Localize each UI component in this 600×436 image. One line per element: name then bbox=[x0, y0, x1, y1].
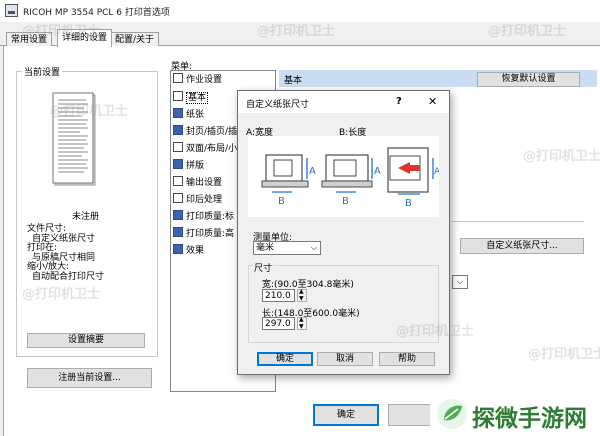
custom-paper-size-button[interactable]: 自定义纸张尺寸... bbox=[460, 238, 584, 254]
fig-a-right: A bbox=[434, 167, 439, 177]
tree-item-icon bbox=[173, 108, 183, 118]
spin-down-icon[interactable]: ▼ bbox=[299, 323, 304, 330]
tab-detailed-settings[interactable]: 详细的设置 bbox=[57, 29, 113, 47]
dialog-ok-button[interactable]: 确定 bbox=[257, 352, 313, 366]
basic-section-title: 基本 bbox=[284, 76, 303, 86]
close-icon[interactable]: ✕ bbox=[428, 95, 437, 108]
section-divider bbox=[452, 221, 584, 222]
spin-down-icon[interactable]: ▼ bbox=[299, 295, 304, 302]
tree-item-icon bbox=[173, 193, 183, 203]
brand-logo-icon bbox=[436, 398, 468, 430]
tab-config-about[interactable]: 配置/关于 bbox=[110, 32, 160, 46]
restore-default-button[interactable]: 恢复默认设置 bbox=[477, 72, 580, 87]
dialog-help-button[interactable]: 帮助 bbox=[379, 352, 435, 366]
tree-item-icon bbox=[173, 227, 183, 237]
help-icon[interactable]: ? bbox=[396, 96, 402, 107]
units-select[interactable]: 毫米 ⌵ bbox=[253, 241, 321, 255]
tree-item-icon bbox=[173, 244, 183, 254]
tree-item-icon bbox=[173, 125, 183, 135]
settings-summary-button[interactable]: 设置摘要 bbox=[27, 333, 145, 348]
tree-item-icon bbox=[173, 159, 183, 169]
document-preview-icon bbox=[52, 92, 98, 188]
tree-item-icon bbox=[173, 73, 183, 83]
spin-up-icon[interactable]: ▲ bbox=[299, 316, 304, 323]
width-spinner[interactable]: ▲ ▼ bbox=[297, 288, 307, 302]
paper-feed-diagram-icon: A B A B A B bbox=[248, 136, 441, 217]
fig-a-left: A bbox=[309, 166, 316, 177]
fig-b-right: B bbox=[405, 198, 412, 209]
brand-text: 探微手游网 bbox=[472, 406, 587, 432]
tree-item-icon bbox=[173, 176, 183, 186]
dropdown-arrow-icon: ⌵ bbox=[310, 243, 317, 252]
tree-item-icon bbox=[173, 91, 183, 101]
length-input[interactable]: 297.0 bbox=[262, 317, 295, 330]
fig-a-middle: A bbox=[374, 166, 381, 177]
tree-item-icon bbox=[173, 142, 183, 152]
printer-app-icon bbox=[5, 4, 18, 17]
size-group-label: 尺寸 bbox=[253, 261, 274, 274]
unregistered-label: 未注册 bbox=[72, 212, 100, 222]
menu-item-job-settings[interactable]: 作业设置 bbox=[173, 72, 275, 88]
spin-up-icon[interactable]: ▲ bbox=[299, 288, 304, 295]
settings-summary-text: 文件尺寸: 自定义纸张尺寸 打印在: 与原稿尺寸相同 缩小/放大: 自动配合打印… bbox=[27, 224, 105, 282]
width-input[interactable]: 210.0 bbox=[262, 289, 295, 302]
fig-b-left: B bbox=[278, 196, 285, 207]
tab-common-settings[interactable]: 常用设置 bbox=[6, 32, 53, 46]
register-current-settings-button[interactable]: 注册当前设置... bbox=[27, 368, 152, 388]
brand-watermark: 探微手游网 bbox=[430, 392, 600, 436]
length-spinner[interactable]: ▲ ▼ bbox=[297, 316, 307, 330]
custom-paper-size-dialog: 自定义纸张尺寸 ? ✕ A:宽度 B:长度 A B A B A B 测量单位: … bbox=[237, 90, 450, 375]
current-settings-label: 当前设置 bbox=[22, 65, 63, 78]
summary-line: 自动配合打印尺寸 bbox=[32, 271, 105, 282]
dialog-cancel-button[interactable]: 取消 bbox=[317, 352, 373, 366]
main-ok-button[interactable]: 确定 bbox=[313, 404, 379, 426]
tree-item-icon bbox=[173, 210, 183, 220]
fig-b-middle: B bbox=[342, 196, 349, 207]
dropdown-arrow-icon[interactable]: ⌵ bbox=[452, 275, 468, 289]
dialog-title: 自定义纸张尺寸 bbox=[246, 100, 310, 110]
window-title: RICOH MP 3554 PCL 6 打印首选项 bbox=[23, 8, 170, 18]
